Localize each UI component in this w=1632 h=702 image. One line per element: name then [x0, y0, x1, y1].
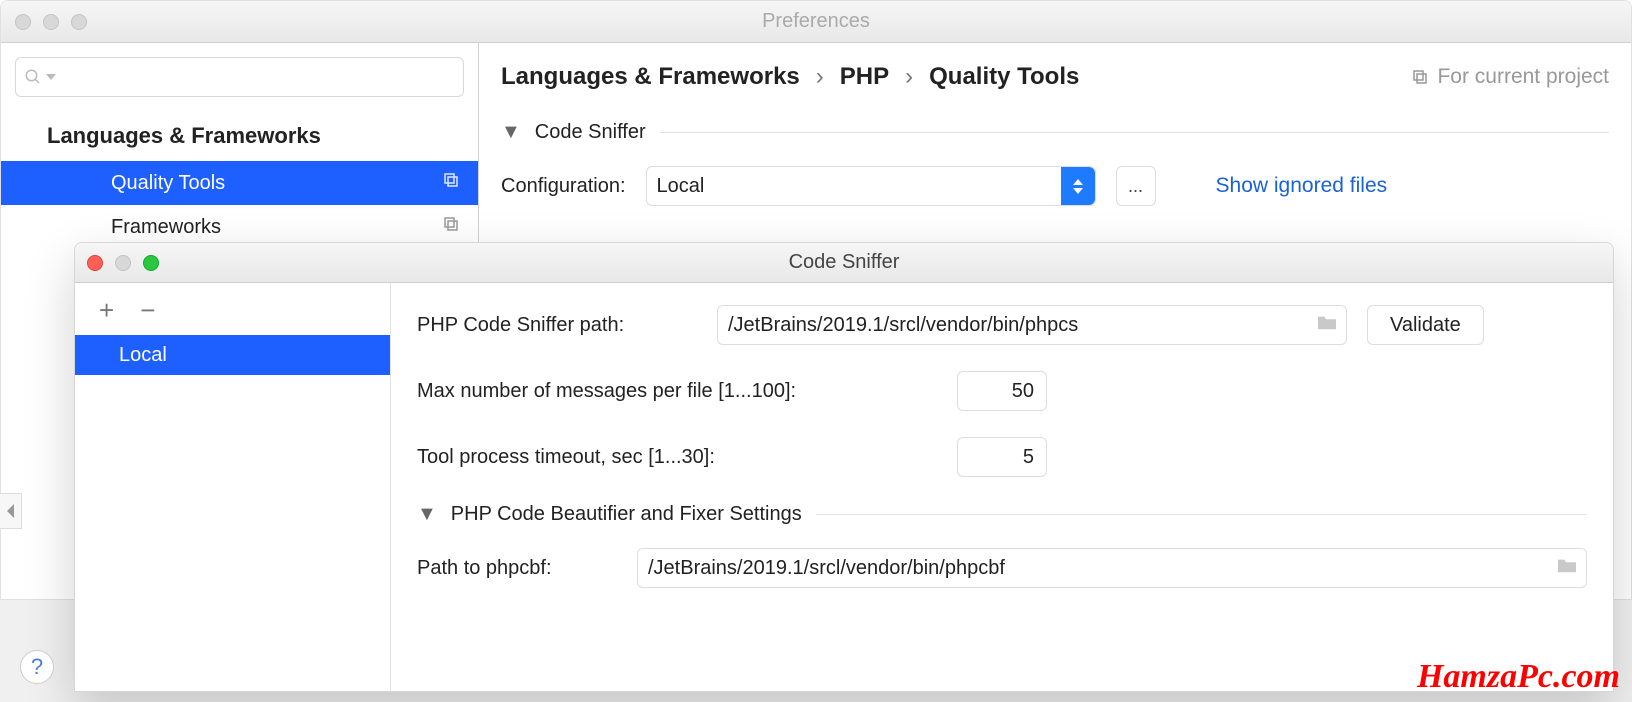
breadcrumb-part: Languages & Frameworks — [501, 63, 800, 91]
timeout-input[interactable]: 5 — [957, 437, 1047, 477]
sidebar-collapse-button[interactable] — [0, 493, 22, 529]
project-scope-icon — [442, 171, 460, 195]
folder-icon[interactable] — [1316, 313, 1338, 337]
divider — [816, 514, 1587, 515]
dialog-titlebar: Code Sniffer — [75, 243, 1613, 283]
section-label: Code Sniffer — [535, 121, 646, 144]
help-button[interactable]: ? — [20, 650, 54, 684]
phpcs-path-label: PHP Code Sniffer path: — [417, 314, 697, 337]
breadcrumb-part: PHP — [840, 63, 889, 91]
phpcs-path-input[interactable]: /JetBrains/2019.1/srcl/vendor/bin/phpcs — [717, 305, 1347, 345]
section-code-sniffer[interactable]: ▼ Code Sniffer — [501, 121, 1609, 144]
add-button[interactable]: + — [99, 297, 114, 323]
project-scope-icon — [442, 215, 460, 239]
list-item-label: Local — [119, 344, 167, 367]
for-current-project: For current project — [1411, 65, 1609, 89]
section-label: PHP Code Beautifier and Fixer Settings — [451, 503, 802, 526]
select-value: Local — [657, 175, 705, 198]
show-ignored-files-link[interactable]: Show ignored files — [1216, 174, 1388, 198]
disclose-triangle-icon: ▼ — [501, 121, 521, 144]
phpcbf-path-input[interactable]: /JetBrains/2019.1/srcl/vendor/bin/phpcbf — [637, 548, 1587, 588]
configure-button[interactable]: ... — [1116, 166, 1156, 206]
dialog-title: Code Sniffer — [75, 251, 1613, 274]
timeout-label: Tool process timeout, sec [1...30]: — [417, 446, 937, 469]
divider — [660, 132, 1609, 133]
sidebar-item-quality-tools[interactable]: Quality Tools — [1, 161, 478, 205]
chevron-down-icon — [46, 72, 56, 82]
interpreter-item-local[interactable]: Local — [75, 335, 390, 375]
code-sniffer-dialog: Code Sniffer + − Local PHP Code Sniffer … — [74, 242, 1614, 692]
section-phpcbf[interactable]: ▼ PHP Code Beautifier and Fixer Settings — [417, 503, 1587, 526]
chevron-right-icon: › — [905, 63, 913, 91]
select-arrows-icon — [1061, 167, 1095, 205]
folder-icon[interactable] — [1556, 556, 1578, 580]
max-messages-input[interactable]: 50 — [957, 371, 1047, 411]
remove-button[interactable]: − — [140, 297, 155, 323]
breadcrumb: Languages & Frameworks › PHP › Quality T… — [501, 63, 1079, 91]
window-title: Preferences — [1, 10, 1631, 33]
search-icon — [24, 68, 42, 86]
sidebar-item-label: Frameworks — [111, 216, 221, 239]
search-input[interactable] — [15, 57, 464, 97]
phpcbf-path-label: Path to phpcbf: — [417, 557, 617, 580]
sidebar-item-label: Quality Tools — [111, 172, 225, 195]
project-scope-icon — [1411, 68, 1429, 86]
sidebar-category: Languages & Frameworks — [1, 97, 478, 161]
configuration-select[interactable]: Local — [646, 166, 1096, 206]
chevron-right-icon: › — [816, 63, 824, 91]
disclose-triangle-icon: ▼ — [417, 503, 437, 526]
watermark: HamzaPc.com — [1417, 658, 1620, 696]
breadcrumb-part: Quality Tools — [929, 63, 1079, 91]
interpreter-form: PHP Code Sniffer path: /JetBrains/2019.1… — [391, 283, 1613, 691]
titlebar: Preferences — [1, 1, 1631, 43]
validate-button[interactable]: Validate — [1367, 305, 1484, 345]
max-messages-label: Max number of messages per file [1...100… — [417, 380, 937, 403]
configuration-label: Configuration: — [501, 175, 626, 198]
interpreter-list-panel: + − Local — [75, 283, 391, 691]
